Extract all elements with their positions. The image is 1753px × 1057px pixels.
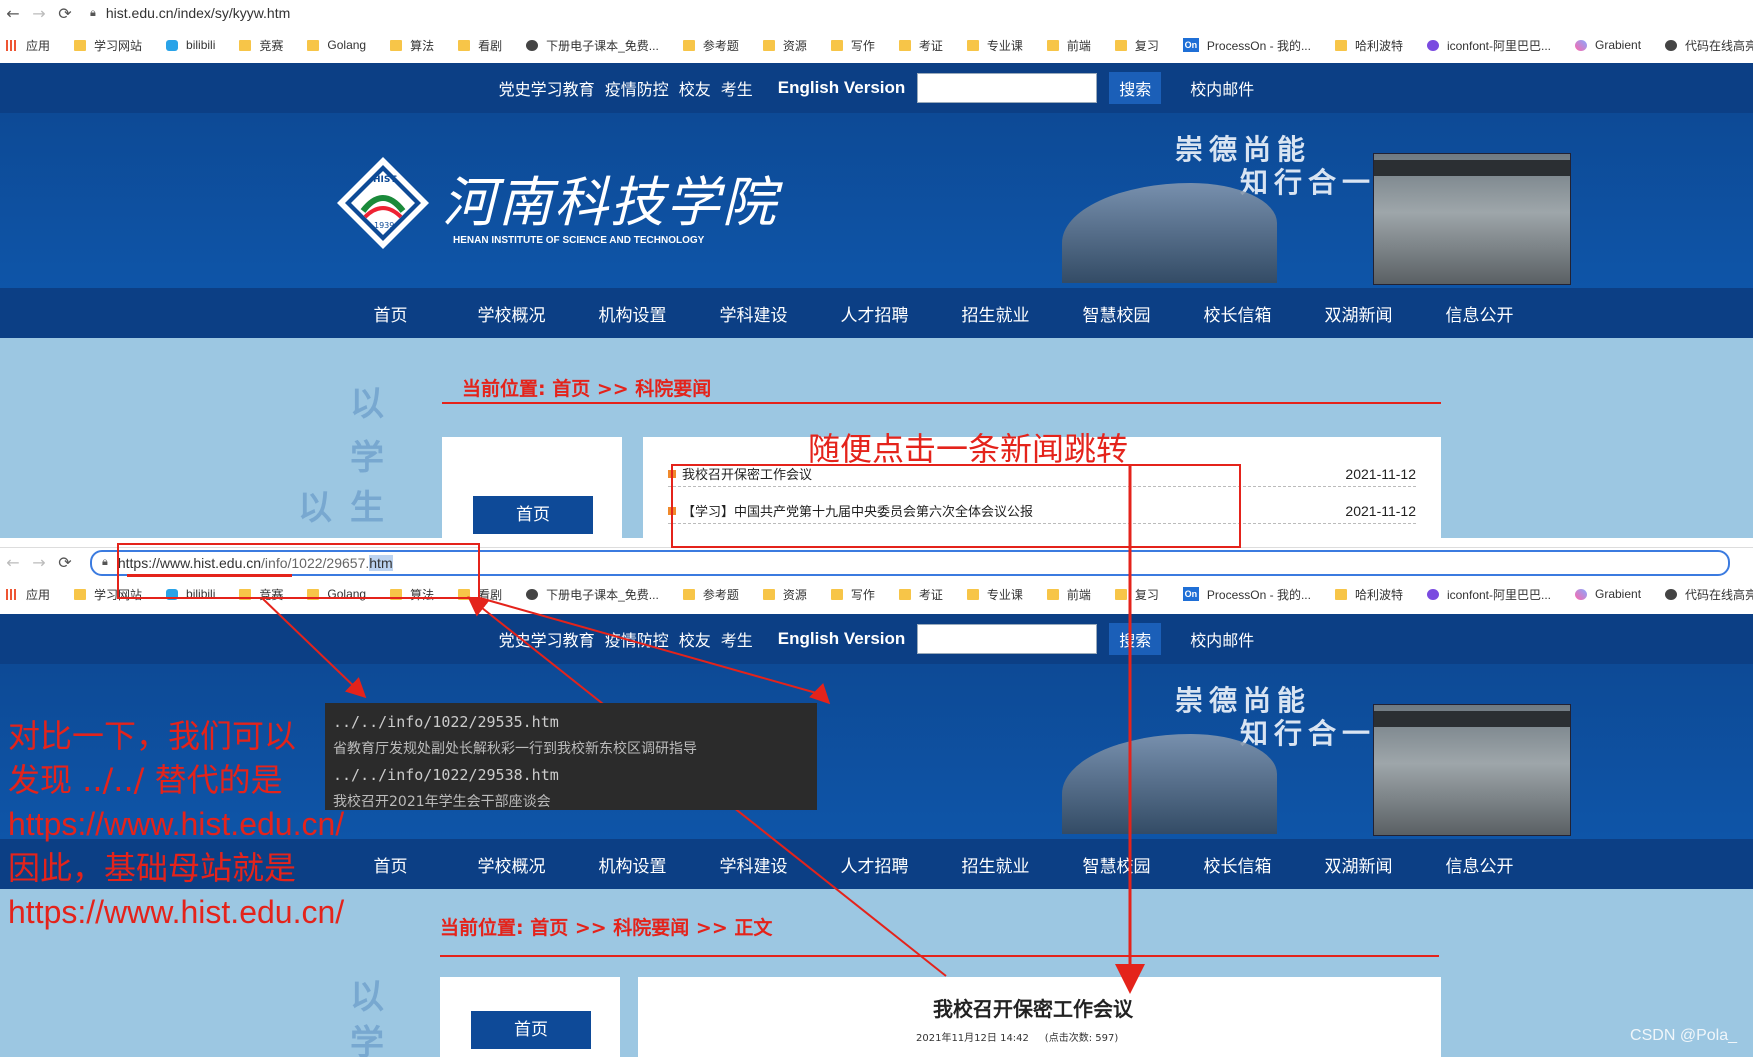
compare-line: 因此，基础母站就是	[8, 849, 297, 887]
compare-line: https://www.hist.edu.cn/	[8, 806, 345, 842]
code-line: ../../info/1022/29538.htm	[333, 766, 559, 784]
code-snippet: ../../info/1022/29535.htm 省教育厅发规处副处长解秋彩一…	[325, 703, 817, 810]
arrow-code-right	[809, 683, 831, 705]
code-line: ../../info/1022/29535.htm	[333, 713, 559, 731]
compare-line: 对比一下，我们可以	[8, 717, 297, 755]
arrow-to-code	[261, 597, 367, 699]
code-line: 省教育厅发规处副处长解秋彩一行到我校新东校区调研指导	[333, 740, 697, 757]
compare-note: 对比一下，我们可以 发现 ../../ 替代的是 https://www.his…	[8, 714, 344, 934]
watermark: CSDN @Pola_	[1630, 1027, 1737, 1044]
code-line: 我校召开2021年学生会干部座谈会	[333, 793, 551, 810]
compare-line: https://www.hist.edu.cn/	[8, 894, 345, 930]
compare-line: 发现 ../../ 替代的是	[8, 761, 283, 799]
